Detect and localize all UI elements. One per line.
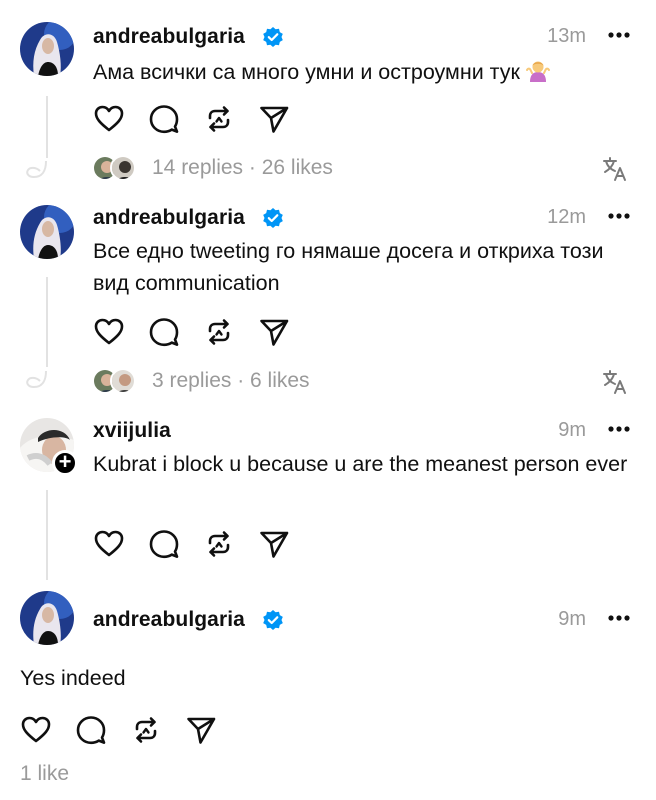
repost-button[interactable]: [130, 714, 162, 746]
reply-button[interactable]: [148, 528, 180, 560]
post-username[interactable]: andreabulgaria: [93, 206, 245, 230]
post-time: 12m: [547, 206, 586, 228]
more-icon[interactable]: [608, 426, 630, 432]
send-icon: [185, 714, 217, 746]
like-button[interactable]: [93, 103, 125, 135]
post-text: Ама всички са много умни и остроумни тук: [93, 56, 616, 88]
heart-icon: [20, 714, 52, 746]
mini-avatar: [110, 155, 136, 181]
repost-button[interactable]: [203, 103, 235, 135]
reply-avatars[interactable]: [92, 155, 140, 181]
repost-icon: [130, 714, 162, 746]
post-stats[interactable]: 3 replies · 6 likes: [152, 369, 310, 393]
thread-loop-icon: [26, 370, 47, 389]
thread-post: + xviijulia 9m Kubrat i block u because …: [0, 410, 656, 580]
translate-icon[interactable]: [602, 156, 628, 182]
mini-avatar: [110, 368, 136, 394]
heart-icon: [93, 316, 125, 348]
share-button[interactable]: [185, 714, 217, 746]
post-stats[interactable]: 1 like: [20, 762, 69, 786]
post-time: 9m: [558, 419, 586, 441]
translate-icon[interactable]: [602, 369, 628, 395]
woman-shrugging-emoji-icon: [526, 58, 550, 82]
comment-icon: [148, 103, 180, 135]
repost-button[interactable]: [203, 316, 235, 348]
focused-post: andreabulgaria 9m Yes indeed 1 like: [0, 580, 656, 800]
post-username[interactable]: xviijulia: [93, 419, 171, 443]
send-icon: [258, 103, 290, 135]
post-stats[interactable]: 14 replies · 26 likes: [152, 156, 333, 180]
comment-icon: [75, 714, 107, 746]
comment-icon: [148, 316, 180, 348]
heart-icon: [93, 103, 125, 135]
reply-button[interactable]: [75, 714, 107, 746]
post-text-body: Ама всички са много умни и остроумни тук: [93, 60, 520, 84]
thread-loop-icon: [26, 160, 47, 179]
thread-post: andreabulgaria 12m Все едно tweeting го …: [0, 195, 656, 410]
heart-icon: [93, 528, 125, 560]
post-text: Kubrat i block u because u are the meane…: [93, 452, 628, 476]
verified-badge-icon: [262, 207, 284, 229]
share-button[interactable]: [258, 103, 290, 135]
reply-button[interactable]: [148, 103, 180, 135]
reply-button[interactable]: [148, 316, 180, 348]
more-icon[interactable]: [608, 213, 630, 219]
thread-line: [46, 490, 48, 580]
verified-badge-icon: [262, 26, 284, 48]
share-button[interactable]: [258, 528, 290, 560]
repost-button[interactable]: [203, 528, 235, 560]
send-icon: [258, 528, 290, 560]
post-time: 13m: [547, 25, 586, 47]
follow-plus-icon[interactable]: +: [52, 450, 78, 476]
post-text: Все едно tweeting го нямаше досега и отк…: [93, 239, 604, 295]
send-icon: [258, 316, 290, 348]
like-button[interactable]: [93, 316, 125, 348]
verified-badge-icon: [262, 609, 284, 631]
avatar[interactable]: [20, 205, 74, 259]
more-icon[interactable]: [608, 32, 630, 38]
like-button[interactable]: [93, 528, 125, 560]
repost-icon: [203, 103, 235, 135]
post-time: 9m: [558, 608, 586, 630]
more-icon[interactable]: [608, 615, 630, 621]
post-username[interactable]: andreabulgaria: [93, 608, 245, 632]
repost-icon: [203, 316, 235, 348]
post-text: Yes indeed: [20, 666, 126, 690]
like-button[interactable]: [20, 714, 52, 746]
post-username[interactable]: andreabulgaria: [93, 25, 245, 49]
thread-line: [46, 96, 48, 158]
thread-post: andreabulgaria 13m Ама всички са много у…: [0, 0, 656, 195]
repost-icon: [203, 528, 235, 560]
thread-line: [46, 277, 48, 367]
reply-avatars[interactable]: [92, 368, 140, 394]
avatar[interactable]: [20, 22, 74, 76]
share-button[interactable]: [258, 316, 290, 348]
comment-icon: [148, 528, 180, 560]
avatar[interactable]: [20, 591, 74, 645]
